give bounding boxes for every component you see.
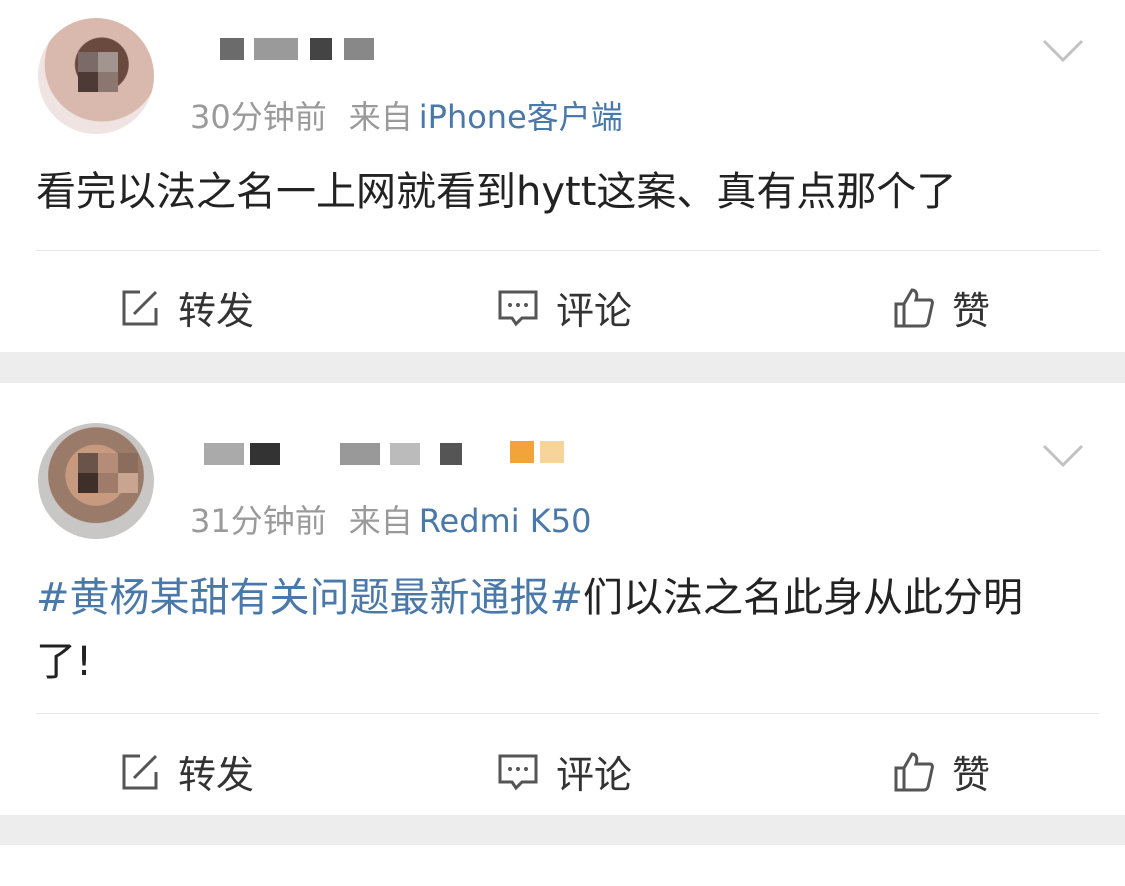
edit-box-icon bbox=[122, 754, 158, 789]
like-button[interactable]: 赞 bbox=[892, 744, 990, 799]
comment-label: 评论 bbox=[556, 753, 633, 797]
author-name[interactable] bbox=[190, 427, 590, 471]
chat-bubble-icon bbox=[498, 290, 538, 326]
post-card: 31分钟前 来自 Redmi K50 #黄杨某甜有关问题最新通报#们以法之名此身从此… bbox=[0, 383, 1125, 815]
post-text: 看完以法之名一上网就看到hytt这案、真有点那个了 bbox=[36, 169, 957, 215]
source-link[interactable]: Redmi K50 bbox=[419, 502, 592, 540]
chat-bubble-icon bbox=[498, 754, 538, 790]
comment-label: 评论 bbox=[556, 289, 633, 333]
avatar[interactable] bbox=[38, 18, 154, 134]
post-text: #黄杨某甜有关问题最新通报#们以法之名此身从此分明了! bbox=[36, 575, 1024, 685]
source-prefix: 来自 bbox=[348, 502, 413, 540]
post-meta: 30分钟前 来自 iPhone客户端 bbox=[190, 92, 623, 138]
divider bbox=[36, 713, 1099, 714]
post-time: 31分钟前 bbox=[190, 502, 327, 540]
edit-box-icon bbox=[122, 290, 158, 325]
repost-label: 转发 bbox=[178, 289, 255, 333]
source-link[interactable]: iPhone客户端 bbox=[419, 98, 623, 136]
avatar[interactable] bbox=[38, 423, 154, 539]
thumbs-up-icon bbox=[894, 751, 934, 791]
comment-button[interactable]: 评论 bbox=[496, 744, 632, 799]
post-card: 30分钟前 来自 iPhone客户端 看完以法之名一上网就看到hytt这案、真有点那… bbox=[0, 0, 1125, 352]
post-time: 30分钟前 bbox=[190, 98, 327, 136]
like-button[interactable]: 赞 bbox=[892, 280, 990, 335]
chevron-down-icon[interactable] bbox=[1041, 36, 1085, 64]
topic-hashtag-link[interactable]: #黄杨某甜有关问题最新通报# bbox=[36, 575, 583, 621]
author-name[interactable] bbox=[190, 24, 380, 68]
divider bbox=[36, 250, 1099, 251]
thumbs-up-icon bbox=[894, 287, 934, 327]
post-card bbox=[0, 845, 1125, 886]
chevron-down-icon[interactable] bbox=[1041, 441, 1085, 469]
repost-label: 转发 bbox=[178, 753, 255, 797]
repost-button[interactable]: 转发 bbox=[118, 744, 254, 799]
source-prefix: 来自 bbox=[348, 98, 413, 136]
repost-button[interactable]: 转发 bbox=[118, 280, 254, 335]
like-label: 赞 bbox=[952, 289, 991, 333]
like-label: 赞 bbox=[952, 753, 991, 797]
comment-button[interactable]: 评论 bbox=[496, 280, 632, 335]
post-meta: 31分钟前 来自 Redmi K50 bbox=[190, 496, 591, 542]
